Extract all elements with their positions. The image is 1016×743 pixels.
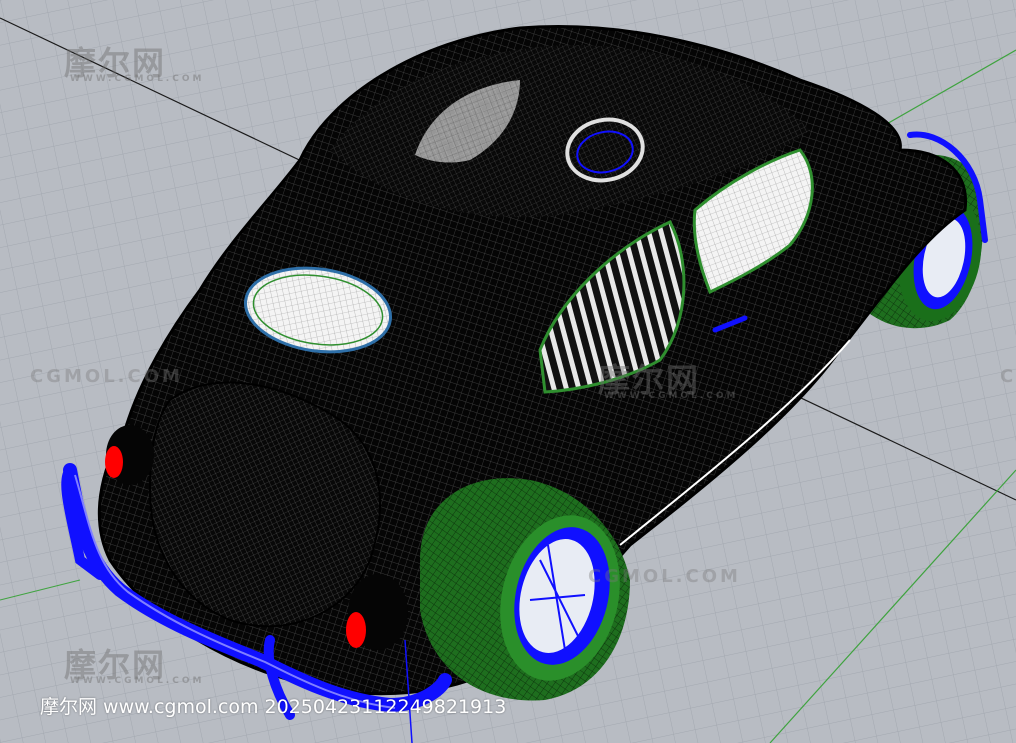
3d-viewport[interactable]: 摩尔网 WWW.CGMOL.COM CGMOL.COM CGMOL.COM 摩尔… bbox=[0, 0, 1016, 743]
viewport-canvas[interactable] bbox=[0, 0, 1016, 743]
footer-caption: 摩尔网 www.cgmol.com 20250423112249821913 bbox=[40, 696, 507, 718]
tail-light-right bbox=[346, 612, 366, 648]
tail-light-left bbox=[105, 446, 123, 478]
